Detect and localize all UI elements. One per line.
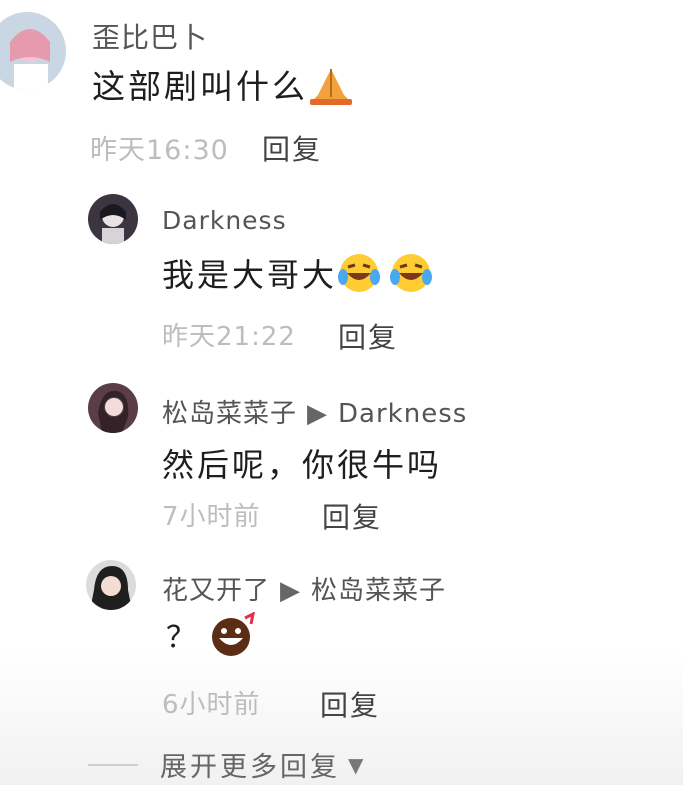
avatar[interactable] xyxy=(88,383,138,433)
comment-text: 这部剧叫什么 xyxy=(92,60,354,113)
reply-button[interactable]: 回复 xyxy=(338,316,398,356)
grinning-face-sticker-icon xyxy=(209,611,257,666)
expand-more-replies-button[interactable]: 展开更多回复 ▼ xyxy=(88,745,363,784)
divider-line xyxy=(88,763,138,766)
folded-hands-emoji-icon xyxy=(308,65,354,113)
reply-button[interactable]: 回复 xyxy=(322,496,382,536)
reply-target[interactable]: 松岛菜菜子 xyxy=(311,576,446,606)
comment-text: 然后呢，你很牛吗 xyxy=(162,446,443,484)
timestamp: 昨天21:22 xyxy=(162,322,296,352)
reply-button[interactable]: 回复 xyxy=(262,128,322,168)
reply-button[interactable]: 回复 xyxy=(320,684,380,724)
username[interactable]: 松岛菜菜子 ▶ Darkness xyxy=(162,393,467,430)
username[interactable]: Darkness xyxy=(162,206,287,235)
reply-arrow-icon: ▶ xyxy=(307,399,329,429)
username[interactable]: 花又开了 ▶ 松岛菜菜子 xyxy=(162,570,446,607)
username[interactable]: 歪比巴卜 xyxy=(92,16,208,56)
timestamp: 6小时前 xyxy=(162,690,261,720)
timestamp: 7小时前 xyxy=(162,502,261,532)
reply-target[interactable]: Darkness xyxy=(338,399,467,429)
avatar[interactable] xyxy=(88,194,138,244)
expand-label: 展开更多回复 xyxy=(160,752,340,783)
caret-down-icon: ▼ xyxy=(348,752,364,777)
avatar[interactable] xyxy=(86,560,136,610)
timestamp: 昨天16:30 xyxy=(90,135,229,166)
reply-arrow-icon: ▶ xyxy=(280,576,302,606)
laughing-tears-emoji-icon xyxy=(337,251,437,303)
comment-text: 我是大哥大 xyxy=(162,250,437,303)
avatar[interactable] xyxy=(0,12,66,90)
comment-text: ？ xyxy=(166,611,257,666)
